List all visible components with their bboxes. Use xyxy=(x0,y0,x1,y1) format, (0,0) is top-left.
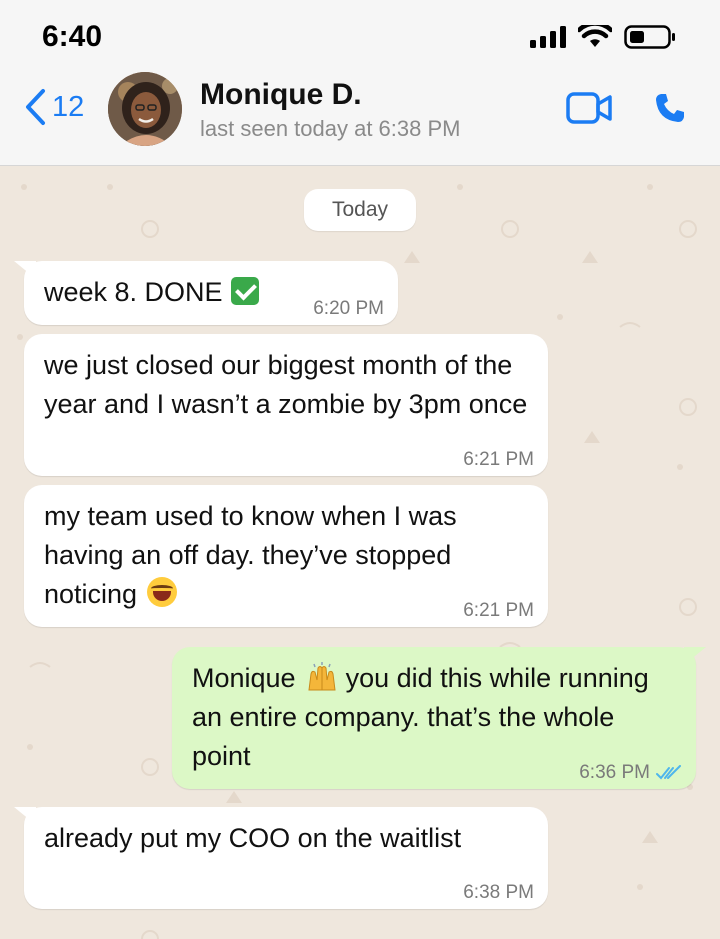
video-camera-icon xyxy=(566,92,612,124)
status-icons xyxy=(530,24,676,50)
bubble-tail xyxy=(14,807,36,825)
message-text: week 8. DONE xyxy=(44,277,223,307)
contact-avatar[interactable] xyxy=(108,72,182,146)
status-bar: 6:40 xyxy=(0,0,720,70)
phone-icon xyxy=(656,94,684,122)
message-content: Monique you did this while running an en… xyxy=(192,659,676,776)
avatar-image xyxy=(108,72,182,146)
incoming-message[interactable]: week 8. DONE 6:20 PM xyxy=(14,261,398,325)
message-time: 6:36 PM xyxy=(579,762,650,783)
status-time: 6:40 xyxy=(42,20,103,53)
cellular-signal-icon xyxy=(530,26,566,48)
message-text: already put my COO on the waitlist xyxy=(44,823,462,853)
message-time: 6:38 PM xyxy=(463,882,534,903)
message-text: my team used to know when I was having a… xyxy=(44,501,457,609)
date-separator: Today xyxy=(304,189,416,231)
voice-call-button[interactable] xyxy=(654,92,686,129)
incoming-message[interactable]: my team used to know when I was having a… xyxy=(24,485,548,627)
chat-area[interactable]: Today week 8. DONE 6:20 PM we just close… xyxy=(0,167,720,939)
message-text: we just closed our biggest month of the … xyxy=(44,350,528,419)
chat-header: 12 Monique D. last seen today at 6:38 PM xyxy=(0,70,720,166)
message-time: 6:20 PM xyxy=(313,298,384,319)
contact-name[interactable]: Monique D. xyxy=(200,78,362,112)
unread-count: 12 xyxy=(52,90,85,123)
check-mark-emoji xyxy=(230,277,259,305)
incoming-message[interactable]: already put my COO on the waitlist 6:38 … xyxy=(14,807,548,909)
incoming-message[interactable]: we just closed our biggest month of the … xyxy=(24,334,548,476)
battery-icon xyxy=(624,25,675,49)
message-meta: 6:36 PM xyxy=(579,763,682,783)
message-text-start: Monique xyxy=(192,663,296,693)
bubble-tail xyxy=(684,647,706,665)
wifi-icon xyxy=(578,25,612,47)
message-time: 6:21 PM xyxy=(463,449,534,470)
contact-last-seen: last seen today at 6:38 PM xyxy=(200,116,461,141)
back-button[interactable]: 12 xyxy=(24,88,84,126)
raised-hands-emoji xyxy=(308,662,336,691)
outgoing-message[interactable]: Monique you did this while running an en… xyxy=(172,647,706,789)
chevron-left-icon xyxy=(26,89,45,125)
laughing-emoji xyxy=(147,577,178,607)
message-time: 6:21 PM xyxy=(463,600,534,621)
bubble-tail xyxy=(14,261,36,279)
message-content: my team used to know when I was having a… xyxy=(44,497,528,614)
read-receipt-icon xyxy=(656,765,681,780)
video-call-button[interactable] xyxy=(566,92,612,129)
